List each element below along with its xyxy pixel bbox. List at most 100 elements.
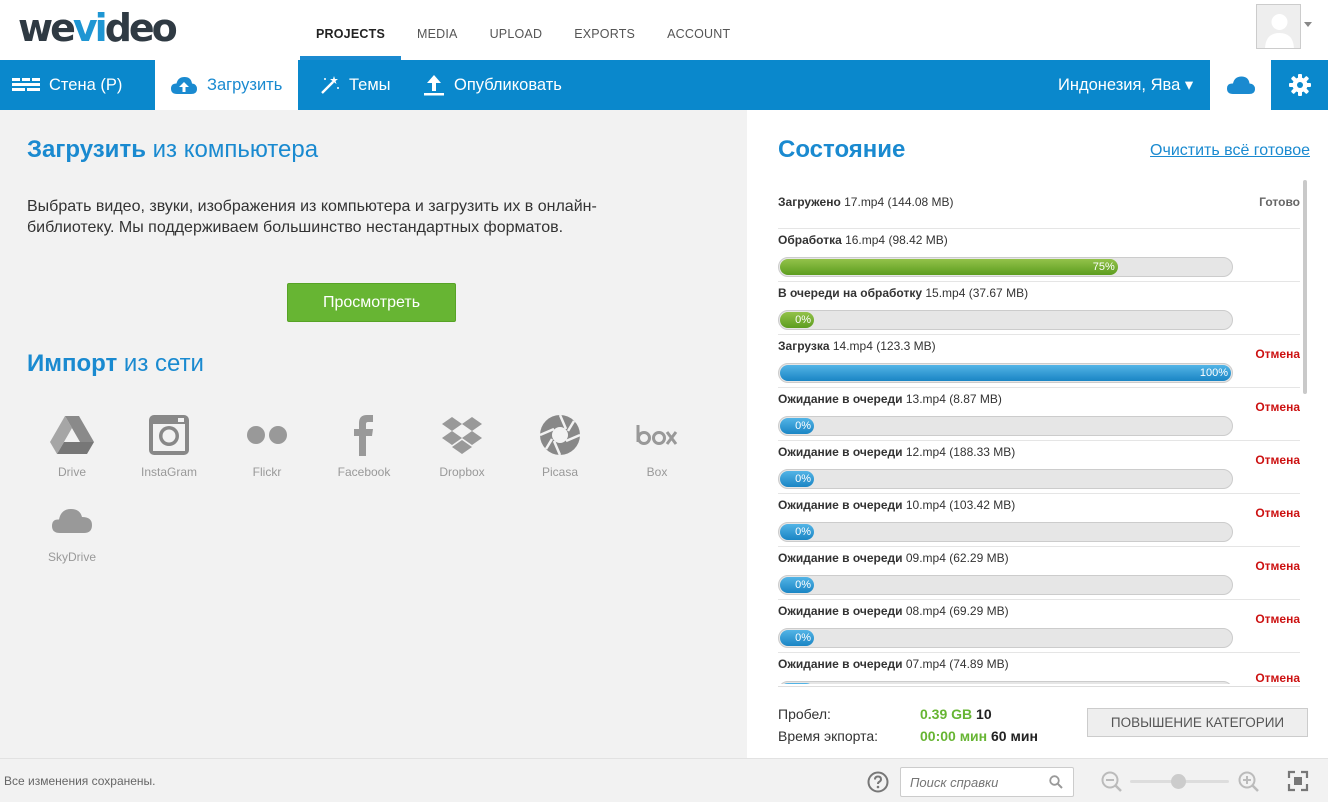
magic-wand-icon [320,75,340,95]
menu-themes[interactable]: Темы [320,60,391,110]
export-time-value: 00:00 мин 60 мин [920,728,1038,744]
service-skydrive[interactable]: SkyDrive [27,498,117,564]
service-instagram-label: InstaGram [140,465,197,479]
progress-bar: 0% [778,575,1233,595]
queue-item-state: Ожидание в очереди [778,445,903,459]
nav-upload[interactable]: UPLOAD [474,0,559,60]
help-search [900,767,1074,797]
service-skydrive-label: SkyDrive [47,550,96,564]
row-divider [778,546,1300,547]
import-heading-strong: Импорт [27,350,118,377]
google-drive-icon [27,413,117,457]
wevideo-logo[interactable]: wevideo [18,6,178,50]
queue-item-file: 08.mp4 (69.29 MB) [902,604,1009,618]
queue-item-state: В очереди на обработку [778,286,923,300]
progress-fill [780,683,814,684]
row-divider [778,387,1300,388]
zoom-in-icon[interactable] [1238,771,1260,798]
service-facebook-label: Facebook [337,465,391,479]
progress-fill: 0% [780,418,814,434]
progress-bar: 0% [778,522,1233,542]
service-facebook[interactable]: Facebook [319,413,409,479]
queue-item-state: Обработка [778,233,842,247]
cancel-button[interactable]: Отмена [1255,506,1300,520]
browse-button[interactable]: Просмотреть [287,283,456,322]
nav-projects[interactable]: PROJECTS [300,0,401,60]
cloud-button[interactable] [1210,60,1271,110]
queue-item-label: Ожидание в очереди 07.mp4 (74.89 MB) [778,657,1009,671]
export-used: 00:00 мин [920,728,988,744]
queue-item-label: Ожидание в очереди 13.mp4 (8.87 MB) [778,392,1002,406]
service-box-label: Box [646,465,668,479]
menu-wall[interactable]: Стена (P) [12,60,122,110]
menu-bar: Стена (P) Загрузить Темы Опубликовать Ин… [0,60,1328,110]
import-heading-rest: из сети [117,350,204,377]
service-flickr[interactable]: Flickr [222,413,312,479]
progress-bar: 0% [778,469,1233,489]
queue-item-file: 16.mp4 (98.42 MB) [841,233,948,247]
progress-bar: 0% [778,628,1233,648]
queue-item-file: 07.mp4 (74.89 MB) [902,657,1009,671]
cloud-icon [1226,76,1255,94]
nav-account[interactable]: ACCOUNT [651,0,746,60]
queue-item-label: В очереди на обработку 15.mp4 (37.67 MB) [778,286,1028,300]
cloud-upload-icon [170,75,198,95]
user-silhouette-icon [1257,5,1300,48]
progress-fill: 0% [780,577,814,593]
progress-bar: 0% [778,416,1233,436]
cancel-button[interactable]: Отмена [1255,671,1300,684]
upload-panel: Загрузить из компьютера Выбрать видео, з… [0,110,747,758]
cancel-button[interactable]: Отмена [1255,559,1300,573]
service-instagram[interactable]: InstaGram [124,413,214,479]
avatar-menu-caret-icon[interactable] [1304,22,1312,27]
queue-item-state: Загружено [778,195,841,209]
upload-heading-strong: Загрузить [27,136,146,163]
cancel-button[interactable]: Отмена [1255,612,1300,626]
top-bar: wevideo PROJECTS MEDIA UPLOAD EXPORTS AC… [0,0,1328,60]
save-status-text: Все изменения сохранены. [4,774,156,788]
upgrade-button[interactable]: ПОВЫШЕНИЕ КАТЕГОРИИ [1087,708,1308,737]
service-flickr-label: Flickr [252,465,282,479]
row-divider [778,599,1300,600]
queue-item-state: Ожидание в очереди [778,604,903,618]
progress-fill: 0% [780,312,814,328]
menu-upload[interactable]: Загрузить [155,60,298,110]
nav-media[interactable]: MEDIA [401,0,474,60]
status-done-label: Готово [1259,195,1300,209]
service-drive-label: Drive [57,465,86,479]
service-dropbox[interactable]: Dropbox [417,413,507,479]
status-list-scrollbar[interactable] [1303,180,1307,394]
service-drive[interactable]: Drive [27,413,117,479]
import-heading: Импорт из сети [27,350,204,378]
help-icon[interactable] [867,771,889,798]
progress-fill: 0% [780,630,814,646]
menu-publish[interactable]: Опубликовать [423,60,562,110]
service-dropbox-label: Dropbox [439,465,485,479]
help-search-input[interactable] [910,768,1050,796]
zoom-out-icon[interactable] [1101,771,1123,798]
status-panel: Состояние Очистить всё готовое Загружено… [747,110,1328,758]
settings-button[interactable] [1271,60,1328,110]
top-nav: PROJECTS MEDIA UPLOAD EXPORTS ACCOUNT [300,0,746,60]
service-box[interactable]: Box [612,413,702,479]
service-picasa[interactable]: Picasa [515,413,605,479]
queue-item-file: 15.mp4 (37.67 MB) [922,286,1029,300]
avatar[interactable] [1256,4,1301,49]
export-total: 60 мин [987,728,1038,744]
zoom-slider-handle[interactable] [1171,774,1186,789]
queue-item-file: 09.mp4 (62.29 MB) [902,551,1009,565]
nav-exports[interactable]: EXPORTS [558,0,651,60]
row-divider [778,334,1300,335]
queue-item-label: Ожидание в очереди 12.mp4 (188.33 MB) [778,445,1015,459]
queue-item-label: Загружено 17.mp4 (144.08 MB) [778,195,954,209]
cancel-button[interactable]: Отмена [1255,400,1300,414]
location-dropdown[interactable]: Индонезия, Ява ▾ [1058,60,1193,110]
fit-screen-icon[interactable] [1287,770,1309,797]
queue-item-file: 10.mp4 (103.42 MB) [902,498,1016,512]
progress-fill: 0% [780,471,814,487]
space-value: 0.39 GB 10 [920,706,992,722]
cancel-button[interactable]: Отмена [1255,347,1300,361]
clear-done-link[interactable]: Очистить всё готовое [1150,142,1310,160]
search-icon[interactable] [1049,775,1063,794]
cancel-button[interactable]: Отмена [1255,453,1300,467]
